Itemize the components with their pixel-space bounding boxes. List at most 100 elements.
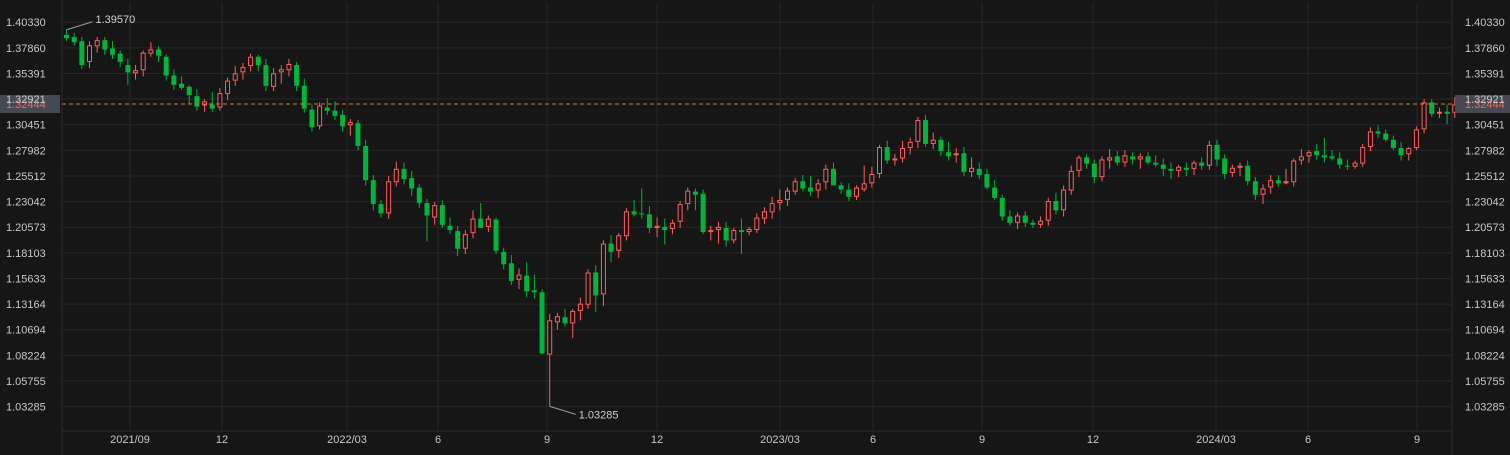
- x-tick-label: 6: [435, 434, 441, 446]
- candle-body: [593, 272, 599, 296]
- candle-body: [217, 93, 223, 108]
- candle-body: [692, 191, 698, 195]
- candle-body: [685, 190, 691, 205]
- candle-body: [87, 45, 93, 62]
- candle-body: [953, 153, 959, 156]
- y-tick-label-right: 1.20573: [1465, 222, 1505, 234]
- candle-body: [1168, 168, 1174, 171]
- low-annotation-label: 1.03285: [579, 409, 619, 421]
- x-tick-label: 6: [870, 434, 876, 446]
- candle-body: [1107, 157, 1113, 161]
- candle-body: [1068, 170, 1074, 191]
- candle-body: [1444, 111, 1450, 114]
- candle-body: [823, 168, 829, 183]
- candle: [623, 208, 629, 241]
- candle-body: [761, 211, 767, 219]
- candle-body: [831, 168, 836, 186]
- candle: [317, 102, 323, 130]
- y-tick-label-left: 1.25512: [6, 171, 46, 183]
- candle: [79, 37, 85, 70]
- y-tick-label-left: 1.13164: [6, 299, 46, 311]
- candle-body: [1099, 159, 1105, 178]
- candle-body: [969, 167, 975, 172]
- candle: [1291, 158, 1297, 187]
- y-tick-label-left: 1.32921: [6, 94, 46, 106]
- candle-body: [585, 272, 591, 305]
- candle-body: [401, 168, 407, 180]
- candle-body: [462, 234, 468, 249]
- candle-body: [838, 185, 844, 190]
- candle-body: [946, 152, 952, 157]
- candle-body: [639, 213, 645, 215]
- candle-body: [1352, 162, 1358, 167]
- y-tick-label-right: 1.37860: [1465, 43, 1505, 55]
- candle-body: [1030, 222, 1036, 225]
- candle-body: [432, 205, 438, 218]
- candle-body: [616, 235, 622, 251]
- y-tick-label-right: 1.08224: [1465, 350, 1505, 362]
- candle-body: [1145, 156, 1151, 163]
- y-tick-label-right: 1.32921: [1465, 94, 1505, 106]
- y-tick-label-right: 1.03285: [1465, 402, 1505, 414]
- x-tick-label: 2024/03: [1196, 434, 1236, 446]
- candle-body: [1015, 215, 1021, 223]
- candle-body: [623, 211, 629, 237]
- y-tick-label-right: 1.15633: [1465, 273, 1505, 285]
- candle-body: [984, 173, 990, 188]
- y-tick-label-left: 1.20573: [6, 222, 46, 234]
- candle-body: [976, 168, 982, 176]
- candle-body: [846, 189, 852, 197]
- candle-body: [907, 141, 913, 149]
- y-tick-label-right: 1.35391: [1465, 68, 1505, 80]
- candle-body: [386, 181, 392, 214]
- candle-body: [240, 67, 246, 73]
- candle-body: [1176, 166, 1182, 171]
- candle-body: [1329, 156, 1335, 159]
- candle-body: [600, 243, 606, 295]
- candle-body: [1061, 189, 1067, 211]
- candle-body: [378, 204, 384, 214]
- candle-body: [930, 139, 936, 144]
- candle-body: [1222, 158, 1228, 174]
- candle-body: [1406, 148, 1412, 155]
- y-tick-label-left: 1.03285: [6, 402, 46, 414]
- candle-body: [1183, 167, 1189, 170]
- candle-body: [1360, 147, 1366, 164]
- y-tick-label-right: 1.18103: [1465, 248, 1505, 260]
- candle-body: [1022, 215, 1028, 223]
- candle-body: [447, 225, 453, 231]
- candle-body: [1160, 164, 1166, 169]
- candle: [585, 269, 591, 309]
- candle-body: [171, 75, 177, 85]
- candle-body: [1214, 144, 1220, 160]
- candle-body: [861, 183, 867, 190]
- x-tick-label: 9: [544, 434, 550, 446]
- x-tick-label: 2021/09: [110, 434, 150, 446]
- candle-body: [854, 187, 860, 197]
- candle-body: [524, 275, 530, 292]
- candle-body: [248, 56, 254, 67]
- candle: [1413, 126, 1419, 151]
- candle-body: [992, 187, 998, 198]
- candle-body: [1053, 200, 1059, 211]
- candle-body: [800, 181, 806, 189]
- candle-body: [539, 292, 545, 354]
- candle-body: [1130, 156, 1136, 160]
- candle-body: [1038, 220, 1044, 225]
- candle-body: [508, 263, 514, 281]
- candle: [386, 176, 392, 219]
- y-tick-label-left: 1.27982: [6, 145, 46, 157]
- candle-body: [102, 40, 108, 50]
- candle-body: [700, 193, 706, 233]
- candle: [1360, 143, 1366, 167]
- candle-body: [1237, 165, 1243, 168]
- candle-body: [179, 83, 185, 88]
- candle-body: [1291, 160, 1297, 183]
- candle-body: [64, 34, 69, 39]
- candle-body: [501, 251, 507, 265]
- candle-body: [961, 153, 967, 172]
- y-tick-label-right: 1.10694: [1465, 325, 1505, 337]
- candle-body: [1375, 131, 1381, 134]
- y-tick-label-right: 1.13164: [1465, 299, 1505, 311]
- candle-body: [807, 187, 813, 192]
